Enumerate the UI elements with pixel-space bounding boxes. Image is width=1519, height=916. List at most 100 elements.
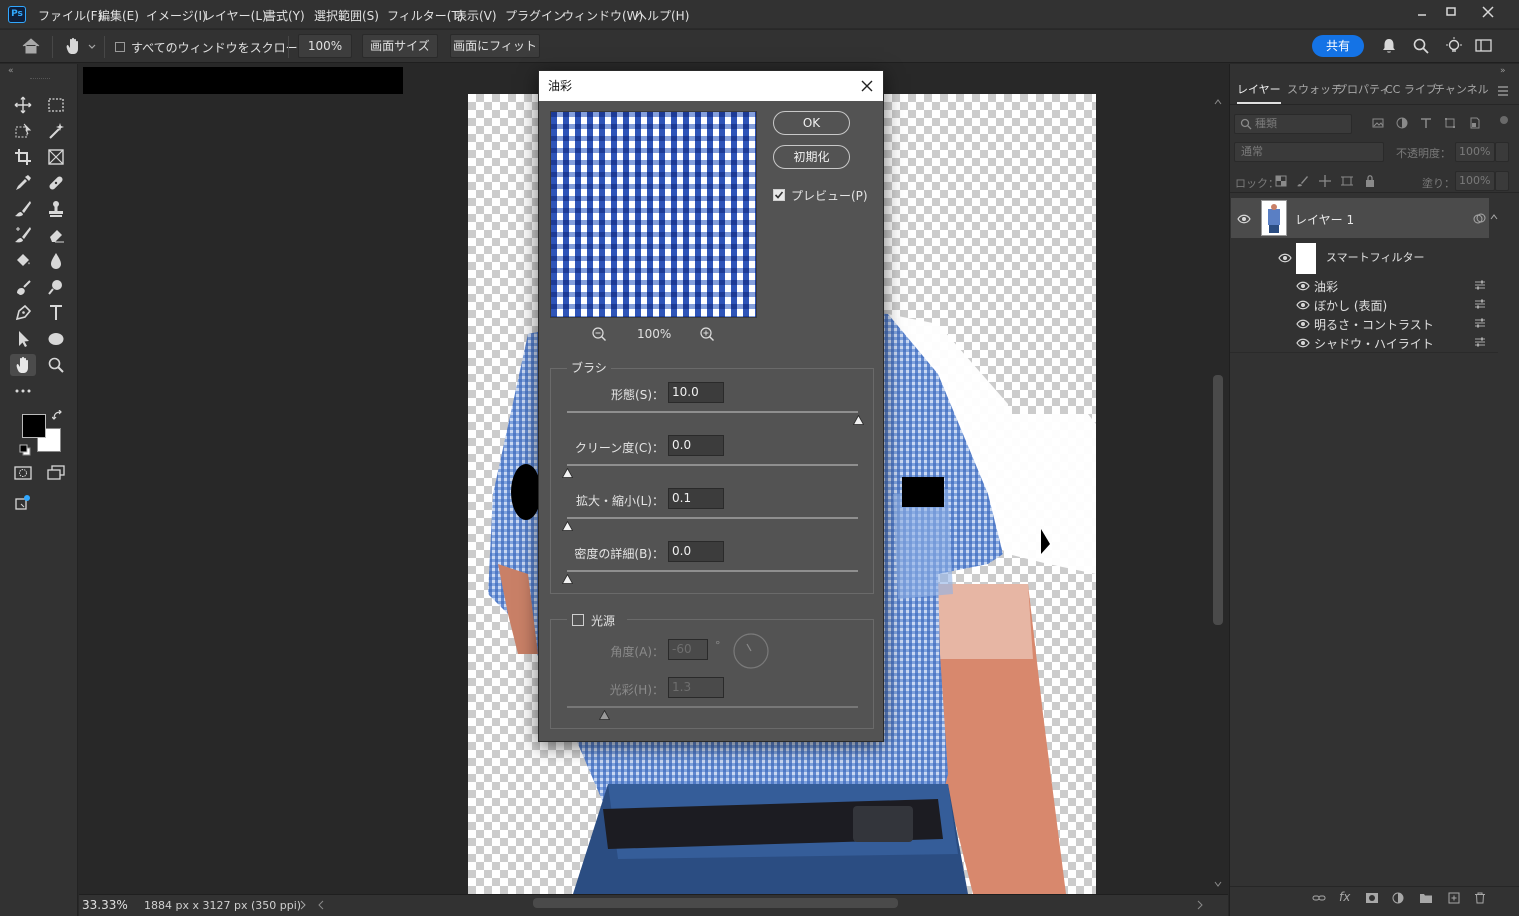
collapse-filters-icon[interactable] <box>1490 214 1498 220</box>
horizontal-scroll-thumb[interactable] <box>533 898 898 908</box>
menu-image[interactable]: イメージ(I) <box>146 7 207 24</box>
tab-cc-libraries[interactable]: CC ライブ <box>1385 78 1437 104</box>
ok-button[interactable]: OK <box>773 111 850 135</box>
screen-mode-icon[interactable] <box>43 462 69 484</box>
history-brush-tool-icon[interactable] <box>10 224 36 246</box>
foreground-color-swatch[interactable] <box>22 414 46 438</box>
shine-input[interactable]: 1.3 <box>668 677 724 698</box>
lock-position-icon[interactable] <box>1319 175 1331 187</box>
zoom-100-button[interactable]: 100% <box>298 34 352 58</box>
preview-zoom-in-icon[interactable] <box>699 326 715 342</box>
quick-mask-icon[interactable] <box>10 462 36 484</box>
menu-layer[interactable]: レイヤー(L) <box>203 7 267 24</box>
marquee-tool-icon[interactable] <box>43 94 69 116</box>
menu-edit[interactable]: 編集(E) <box>98 7 139 24</box>
lighting-checkbox[interactable] <box>572 614 584 626</box>
new-group-icon[interactable] <box>1419 892 1433 904</box>
minimize-icon[interactable] <box>1408 2 1436 22</box>
panel-menu-icon[interactable] <box>1497 86 1509 96</box>
smart-filter-mask[interactable] <box>1296 243 1316 274</box>
tab-swatches[interactable]: スウォッチ <box>1287 78 1342 104</box>
menu-help[interactable]: ヘルプ(H) <box>635 7 689 24</box>
layer-style-fx-icon[interactable]: fx <box>1339 890 1350 904</box>
stylization-slider-track[interactable] <box>567 411 858 413</box>
menu-plugins[interactable]: プラグイン <box>505 7 565 24</box>
hand-tool-icon[interactable] <box>10 354 36 376</box>
reset-button[interactable]: 初期化 <box>773 145 850 169</box>
crop-tool-icon[interactable] <box>10 146 36 168</box>
smart-filters-eye-icon[interactable] <box>1278 253 1292 263</box>
move-tool-icon[interactable] <box>10 94 36 116</box>
blend-mode-select[interactable]: 通常 <box>1234 142 1384 162</box>
bristle-detail-input[interactable]: 0.0 <box>668 541 724 562</box>
filter-oil-paint[interactable]: 油彩 <box>1314 278 1338 295</box>
collapse-panel-icon[interactable]: « <box>8 66 14 76</box>
share-button[interactable]: 共有 <box>1312 35 1364 57</box>
filter-smart-object-icon[interactable] <box>1468 117 1480 129</box>
lighting-group-label[interactable]: 光源 <box>591 612 615 629</box>
workspace-icon[interactable] <box>1475 39 1493 53</box>
fill-screen-button[interactable]: 画面にフィット <box>450 34 540 58</box>
opacity-input[interactable]: 100% <box>1455 142 1495 162</box>
layer-visibility-eye-icon[interactable] <box>1237 214 1251 224</box>
preview-label[interactable]: プレビュー(P) <box>791 187 868 204</box>
cleanliness-slider-track[interactable] <box>567 464 858 466</box>
shine-slider-thumb[interactable] <box>599 710 611 720</box>
filter-type-icon[interactable] <box>1420 117 1432 129</box>
generative-fill-icon[interactable] <box>10 492 36 514</box>
paint-bucket-tool-icon[interactable] <box>10 250 36 272</box>
brush-tool-icon[interactable] <box>10 198 36 220</box>
filter-shadows-eye-icon[interactable] <box>1296 338 1310 348</box>
menu-filter[interactable]: フィルター(T) <box>387 7 463 24</box>
scale-slider-track[interactable] <box>567 517 858 519</box>
angle-dial[interactable] <box>732 632 770 670</box>
tab-channels[interactable]: チャンネル <box>1434 78 1489 104</box>
filter-brightness-options-icon[interactable] <box>1474 318 1486 328</box>
more-tools-icon[interactable] <box>10 380 36 402</box>
filter-preview[interactable] <box>550 111 757 318</box>
fit-screen-button[interactable]: 画面サイズ <box>362 34 438 58</box>
menu-view[interactable]: 表示(V) <box>455 7 497 24</box>
object-select-tool-icon[interactable] <box>10 120 36 142</box>
adjustment-layer-icon[interactable] <box>1392 892 1404 904</box>
dialog-title[interactable]: 油彩 <box>539 71 883 101</box>
bristle-detail-slider-track[interactable] <box>567 570 858 572</box>
scroll-right-icon[interactable] <box>1196 900 1204 910</box>
menu-window[interactable]: ウィンドウ(W) <box>562 7 643 24</box>
cleanliness-input[interactable]: 0.0 <box>668 435 724 456</box>
filter-brightness-contrast[interactable]: 明るさ・コントラスト <box>1314 316 1434 333</box>
lock-image-icon[interactable] <box>1297 175 1309 187</box>
scale-input[interactable]: 0.1 <box>668 488 724 509</box>
menu-type[interactable]: 書式(Y) <box>264 7 305 24</box>
filter-surface-blur-options-icon[interactable] <box>1474 299 1486 309</box>
fill-dropdown[interactable] <box>1495 171 1509 191</box>
filter-oil-paint-eye-icon[interactable] <box>1296 281 1310 291</box>
healing-brush-tool-icon[interactable] <box>43 172 69 194</box>
menu-file[interactable]: ファイル(F) <box>38 7 102 24</box>
preview-checkbox[interactable] <box>773 189 785 201</box>
filter-pixel-icon[interactable] <box>1372 117 1384 129</box>
pen-tool-icon[interactable] <box>10 302 36 324</box>
filter-shadows-highlights[interactable]: シャドウ・ハイライト <box>1314 335 1434 352</box>
hand-tool-preset-icon[interactable] <box>63 36 99 56</box>
shine-slider-track[interactable] <box>567 706 858 708</box>
zoom-level[interactable]: 33.33% <box>82 898 128 912</box>
default-colors-icon[interactable] <box>19 444 31 456</box>
dodge-tool-icon[interactable] <box>10 276 36 298</box>
opacity-dropdown[interactable] <box>1495 142 1509 162</box>
burn-tool-icon[interactable] <box>43 276 69 298</box>
scroll-down-icon[interactable] <box>1214 881 1222 887</box>
add-mask-icon[interactable] <box>1365 892 1379 904</box>
frame-tool-icon[interactable] <box>43 146 69 168</box>
home-icon[interactable] <box>20 37 42 55</box>
angle-input[interactable]: -60 <box>668 639 708 660</box>
scroll-up-icon[interactable] <box>1214 99 1222 105</box>
clone-stamp-tool-icon[interactable] <box>43 198 69 220</box>
filter-adjustment-icon[interactable] <box>1396 117 1408 129</box>
filter-toggle-icon[interactable] <box>1500 116 1508 124</box>
preview-zoom-out-icon[interactable] <box>591 326 607 342</box>
bristle-detail-slider-thumb[interactable] <box>561 574 573 584</box>
maximize-icon[interactable] <box>1437 2 1465 22</box>
fill-input[interactable]: 100% <box>1455 171 1495 191</box>
menu-select[interactable]: 選択範囲(S) <box>314 7 379 24</box>
